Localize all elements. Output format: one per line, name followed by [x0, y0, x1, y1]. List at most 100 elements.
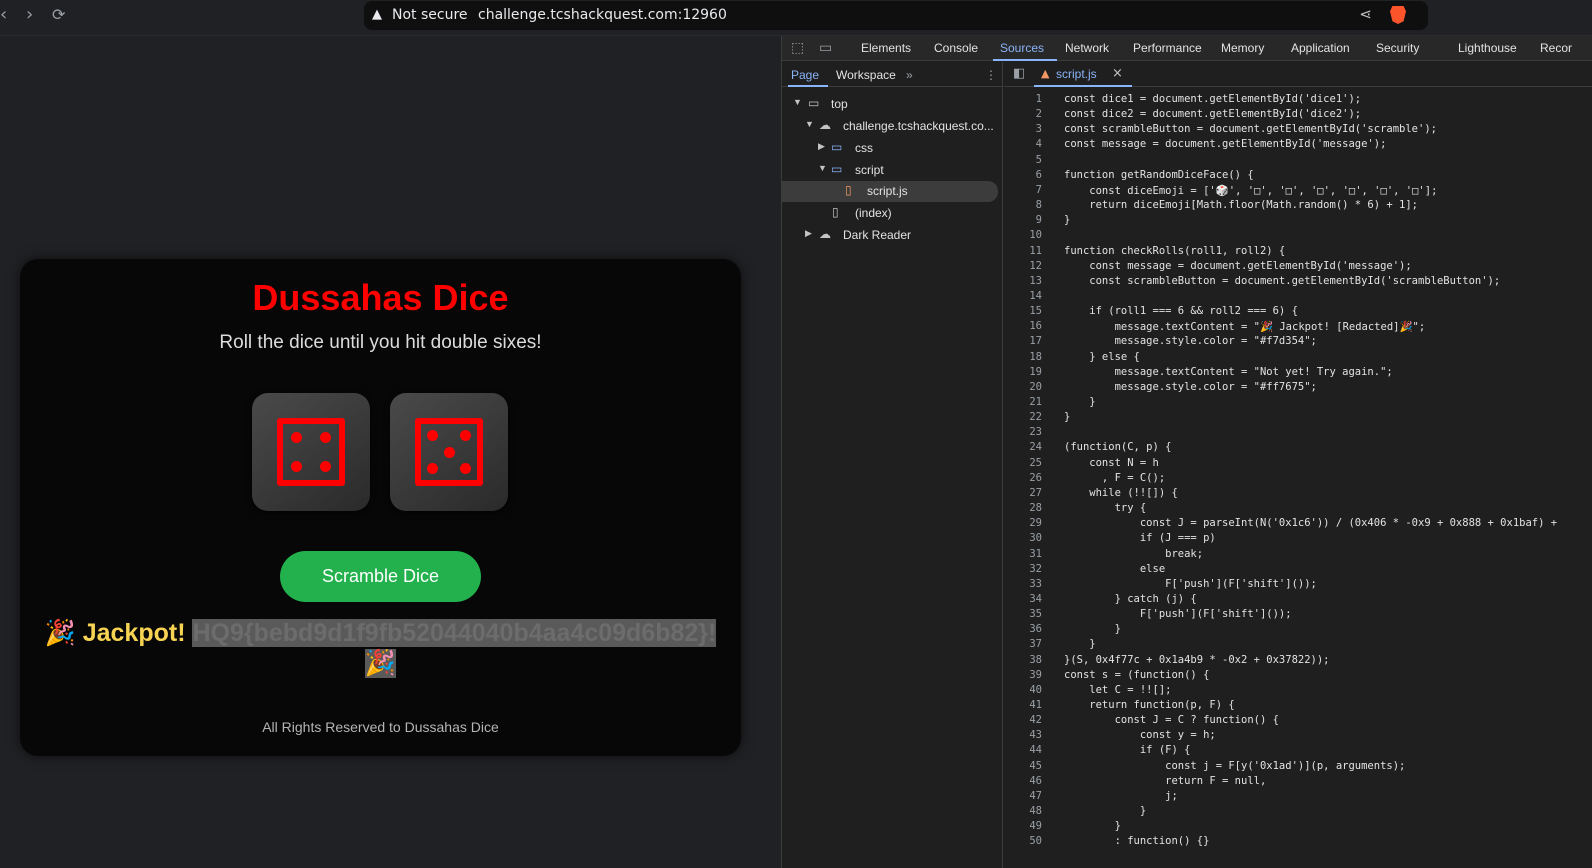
code-line[interactable]: return F = null,	[1064, 775, 1266, 787]
line-number[interactable]: 22	[1004, 411, 1042, 423]
url-text[interactable]: challenge.tcshackquest.com:12960	[478, 7, 727, 23]
code-line[interactable]: const J = parseInt(N('0x1c6')) / (0x406 …	[1064, 517, 1557, 529]
tab-performance[interactable]: Performance	[1133, 41, 1202, 55]
code-line[interactable]: try {	[1064, 502, 1147, 514]
code-line[interactable]: }	[1064, 396, 1095, 408]
code-line[interactable]: const diceEmoji = ['🎲', '□', '□', '□', '…	[1064, 184, 1437, 197]
line-number[interactable]: 18	[1004, 351, 1042, 363]
toggle-navigator-icon[interactable]: ◧	[1013, 66, 1025, 81]
line-number[interactable]: 10	[1004, 229, 1042, 241]
line-number[interactable]: 25	[1004, 457, 1042, 469]
line-number[interactable]: 28	[1004, 502, 1042, 514]
line-number[interactable]: 27	[1004, 487, 1042, 499]
line-number[interactable]: 30	[1004, 532, 1042, 544]
kebab-menu-icon[interactable]: ⋮	[985, 68, 997, 82]
line-number[interactable]: 8	[1004, 199, 1042, 211]
tree-item-css[interactable]: ▶ ▭ css	[782, 138, 1003, 159]
line-number[interactable]: 43	[1004, 729, 1042, 741]
line-number[interactable]: 4	[1004, 138, 1042, 150]
line-number[interactable]: 44	[1004, 744, 1042, 756]
code-line[interactable]: message.style.color = "#f7d354";	[1064, 335, 1317, 347]
line-number[interactable]: 39	[1004, 669, 1042, 681]
code-line[interactable]: return diceEmoji[Math.floor(Math.random(…	[1064, 199, 1418, 211]
code-line[interactable]: , F = C();	[1064, 472, 1165, 484]
code-line[interactable]: while (!![]) {	[1064, 487, 1178, 499]
line-number[interactable]: 46	[1004, 775, 1042, 787]
line-number[interactable]: 11	[1004, 245, 1042, 257]
code-line[interactable]: const message = document.getElementById(…	[1064, 260, 1411, 272]
tab-page[interactable]: Page	[791, 68, 819, 82]
code-line[interactable]: const message = document.getElementById(…	[1064, 138, 1386, 150]
code-line[interactable]: break;	[1064, 548, 1203, 560]
code-line[interactable]: }	[1064, 638, 1095, 650]
tab-console[interactable]: Console	[934, 41, 978, 55]
line-number[interactable]: 14	[1004, 290, 1042, 302]
tree-item-dark-reader[interactable]: ▶ ☁ Dark Reader	[782, 225, 1003, 246]
brave-shield-icon[interactable]	[1390, 6, 1406, 24]
code-line[interactable]: F['push'](F['shift']());	[1064, 578, 1317, 590]
tree-item-script-js[interactable]: ▯ script.js	[782, 181, 998, 202]
tab-network[interactable]: Network	[1065, 41, 1109, 55]
tree-item-domain[interactable]: ▼ ☁ challenge.tcshackquest.co...	[782, 116, 1003, 137]
code-line[interactable]: }	[1064, 214, 1070, 226]
code-line[interactable]: const scrambleButton = document.getEleme…	[1064, 123, 1437, 135]
line-number[interactable]: 26	[1004, 472, 1042, 484]
tab-elements[interactable]: Elements	[861, 41, 911, 55]
line-number[interactable]: 49	[1004, 820, 1042, 832]
code-line[interactable]: : function() {}	[1064, 835, 1210, 847]
line-number[interactable]: 36	[1004, 623, 1042, 635]
tab-memory[interactable]: Memory	[1221, 41, 1264, 55]
tab-sources[interactable]: Sources	[1000, 41, 1044, 55]
line-number[interactable]: 17	[1004, 335, 1042, 347]
line-number[interactable]: 15	[1004, 305, 1042, 317]
close-tab-icon[interactable]: ×	[1112, 66, 1123, 81]
line-number[interactable]: 35	[1004, 608, 1042, 620]
line-number[interactable]: 34	[1004, 593, 1042, 605]
code-line[interactable]: if (F) {	[1064, 744, 1191, 756]
tab-lighthouse[interactable]: Lighthouse	[1458, 41, 1517, 55]
more-tabs-icon[interactable]: »	[906, 68, 913, 82]
code-line[interactable]: else	[1064, 563, 1165, 575]
forward-icon[interactable]: ›	[26, 4, 33, 26]
line-number[interactable]: 21	[1004, 396, 1042, 408]
line-number[interactable]: 42	[1004, 714, 1042, 726]
back-icon[interactable]: ‹	[0, 4, 7, 26]
code-line[interactable]: j;	[1064, 790, 1178, 802]
code-line[interactable]: F['push'](F['shift']());	[1064, 608, 1292, 620]
tab-application[interactable]: Application	[1291, 41, 1350, 55]
tree-item-index[interactable]: ▯ (index)	[782, 203, 1003, 224]
line-number[interactable]: 37	[1004, 638, 1042, 650]
scramble-dice-button[interactable]: Scramble Dice	[280, 551, 481, 602]
code-line[interactable]: let C = !![];	[1064, 684, 1171, 696]
line-number[interactable]: 41	[1004, 699, 1042, 711]
code-line[interactable]: } else {	[1064, 351, 1140, 363]
line-number[interactable]: 24	[1004, 441, 1042, 453]
tab-recorder[interactable]: Recor	[1540, 41, 1572, 55]
code-line[interactable]: const s = (function() {	[1064, 669, 1209, 681]
code-line[interactable]: if (roll1 === 6 && roll2 === 6) {	[1064, 305, 1298, 317]
code-line[interactable]: (function(C, p) {	[1064, 441, 1171, 453]
device-toolbar-icon[interactable]: ▭	[819, 40, 832, 56]
share-icon[interactable]: ⋖	[1359, 5, 1372, 23]
code-line[interactable]: }(S, 0x4f77c + 0x1a4b9 * -0x2 + 0x37822)…	[1064, 654, 1330, 666]
code-line[interactable]: const j = F[y('0x1ad')](p, arguments);	[1064, 760, 1405, 772]
line-number[interactable]: 13	[1004, 275, 1042, 287]
line-number[interactable]: 16	[1004, 320, 1042, 332]
code-line[interactable]: if (J === p)	[1064, 532, 1216, 544]
tree-item-script-folder[interactable]: ▼ ▭ script	[782, 160, 1003, 181]
line-number[interactable]: 1	[1004, 93, 1042, 105]
code-line[interactable]: }	[1064, 623, 1121, 635]
code-line[interactable]: }	[1064, 411, 1070, 423]
code-line[interactable]: const scrambleButton = document.getEleme…	[1064, 275, 1500, 287]
tab-workspace[interactable]: Workspace	[836, 68, 896, 82]
code-line[interactable]: message.textContent = "Not yet! Try agai…	[1064, 366, 1393, 378]
address-bar[interactable]: ▲ Not secure challenge.tcshackquest.com:…	[364, 1, 1428, 30]
line-number[interactable]: 32	[1004, 563, 1042, 575]
code-line[interactable]: const dice2 = document.getElementById('d…	[1064, 108, 1361, 120]
line-number[interactable]: 2	[1004, 108, 1042, 120]
code-line[interactable]: const dice1 = document.getElementById('d…	[1064, 93, 1361, 105]
code-line[interactable]: return function(p, F) {	[1064, 699, 1234, 711]
line-number[interactable]: 12	[1004, 260, 1042, 272]
code-line[interactable]: message.textContent = "🎉 Jackpot! [Redac…	[1064, 320, 1426, 333]
line-number[interactable]: 33	[1004, 578, 1042, 590]
